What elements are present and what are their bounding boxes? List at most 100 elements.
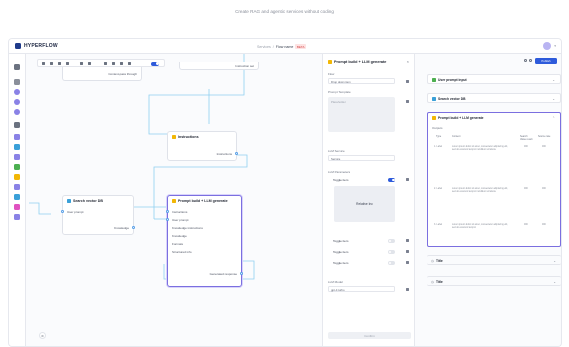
card-title: Search vector DB — [438, 97, 466, 101]
llm-parameters-label: LLM Parameters — [328, 170, 351, 174]
node-instructions[interactable]: Instructions Instructions — [167, 131, 238, 161]
node-fragment[interactable]: Instruction set — [179, 62, 259, 70]
settings-icon[interactable]: ⚙ — [39, 332, 46, 339]
llm-service-select[interactable]: Service — [328, 155, 395, 161]
toggle-label: Toggle item — [333, 250, 349, 254]
node-prompt-build[interactable]: Prompt build + LLM generate Instructions… — [166, 195, 243, 287]
input-port[interactable] — [166, 218, 169, 221]
card-title: Prompt build + LLM generate — [438, 116, 484, 120]
chevron-down-icon[interactable]: ⌄ — [553, 259, 556, 263]
prompt-template-input[interactable]: Placeholder — [328, 97, 395, 132]
table-cell: 000 — [524, 188, 528, 190]
fragment-label: Context-pass through — [108, 72, 137, 76]
expand-icon[interactable] — [406, 100, 409, 103]
node-type-icon — [172, 199, 176, 203]
relative-inc-box[interactable]: Relative Inc — [334, 186, 395, 222]
node-type-icon — [67, 199, 71, 203]
node-output: Knowledge — [114, 226, 129, 230]
column-header: Search Value result — [520, 135, 533, 141]
clock-icon: ◷ — [431, 259, 434, 263]
node-config-panel: Prompt build + LLM generate × Flow Drop … — [322, 54, 415, 346]
table-cell: 2. Label — [434, 188, 443, 190]
flow-edges — [29, 54, 255, 280]
toggle-label: Toggle item — [333, 178, 349, 182]
table-cell: 000 — [542, 224, 546, 226]
node-input: User prompt — [172, 218, 189, 222]
flow-label: Flow — [328, 72, 335, 76]
column-header: Source rate — [538, 135, 551, 138]
clock-icon: ◷ — [431, 280, 434, 284]
chevron-down-icon[interactable]: ▾ — [554, 44, 556, 48]
node-title: Instructions — [178, 135, 199, 139]
table-cell: 3. Label — [434, 224, 443, 226]
delete-icon[interactable] — [406, 80, 409, 83]
output-port[interactable] — [132, 226, 135, 229]
node-input: Structured info — [172, 250, 192, 254]
node-fragment[interactable]: Context-pass through — [62, 67, 142, 81]
output-panel: Publish User prompt input ⌄ Search vecto… — [415, 54, 561, 346]
prompt-template-label: Prompt Template — [328, 90, 351, 94]
avatar[interactable] — [543, 42, 551, 50]
settings-icon[interactable] — [406, 250, 409, 253]
toggle-label: Toggle item — [333, 239, 349, 243]
page-tagline: Create RAG and agentic services without … — [235, 9, 334, 14]
table-cell: 000 — [524, 146, 528, 148]
node-input: User prompt — [67, 210, 84, 214]
settings-icon[interactable] — [406, 261, 409, 264]
node-title: Prompt build + LLM generate — [178, 199, 228, 203]
param-toggle[interactable] — [388, 178, 395, 182]
edge — [29, 202, 51, 215]
output-port[interactable] — [235, 152, 238, 155]
column-header: Type — [436, 135, 442, 138]
input-port[interactable] — [166, 210, 169, 213]
node-type-icon — [432, 116, 436, 120]
table-cell: Lorem ipsum dolor sit amet, consectetur … — [452, 146, 508, 151]
node-output: Generated response — [209, 272, 237, 276]
card-title: User prompt input — [438, 78, 467, 82]
output-card[interactable]: ◷ Title ⌄ — [427, 276, 561, 286]
llm-model-select[interactable]: gpt-4 turbo — [328, 286, 395, 292]
table-cell: 1. Label — [434, 146, 443, 148]
node-type-icon — [172, 135, 176, 139]
chevron-down-icon[interactable]: ⌄ — [553, 280, 556, 284]
chevron-down-icon[interactable]: ⌄ — [552, 97, 555, 101]
llm-model-label: LLM Model — [328, 280, 343, 284]
fragment-label: Instruction set — [235, 64, 254, 68]
card-title: Title — [435, 259, 443, 263]
table-cell: 000 — [542, 146, 546, 148]
output-card-expanded[interactable]: Prompt build + LLM generate ⌃ Outputs Ty… — [427, 112, 561, 247]
node-type-icon — [432, 97, 436, 101]
settings-icon[interactable] — [406, 178, 409, 181]
param-toggle[interactable] — [388, 239, 395, 243]
chevron-down-icon[interactable]: ⌄ — [552, 78, 555, 82]
node-output: Instructions — [216, 152, 232, 156]
confirm-button[interactable]: Confirm — [328, 332, 411, 339]
chevron-up-icon[interactable]: ⌃ — [552, 116, 555, 120]
output-card[interactable]: User prompt input ⌄ — [427, 74, 561, 84]
output-card[interactable]: Search vector DB ⌄ — [427, 93, 561, 103]
publish-button[interactable]: Publish — [535, 58, 557, 64]
close-icon[interactable]: × — [407, 59, 409, 64]
flow-select[interactable]: Drop down item — [328, 78, 395, 84]
node-input: Knowledge — [172, 234, 187, 238]
table-cell: 000 — [524, 224, 528, 226]
node-input: Knowledge instructions — [172, 226, 203, 230]
outputs-label: Outputs — [432, 126, 443, 130]
node-title: Search vector DB — [73, 199, 103, 203]
settings-icon[interactable] — [529, 59, 532, 62]
node-search-vector-db[interactable]: Search vector DB User prompt Knowledge — [61, 195, 135, 235]
node-input: Instructions — [172, 210, 188, 214]
table-cell: Lorem ipsum dolor sit amet, consectetur … — [452, 224, 508, 229]
node-input: Formats — [172, 242, 184, 246]
delete-icon[interactable] — [406, 288, 409, 291]
settings-icon[interactable] — [406, 239, 409, 242]
output-port[interactable] — [240, 272, 243, 275]
search-icon[interactable] — [524, 59, 527, 62]
output-card[interactable]: ◷ Title ⌄ — [427, 255, 561, 265]
column-header: Content — [452, 135, 461, 138]
param-toggle[interactable] — [388, 250, 395, 254]
input-port[interactable] — [61, 210, 64, 213]
param-toggle[interactable] — [388, 261, 395, 265]
app-window: HYPERFLOW Services / Flow name BETA ▾ Co… — [8, 38, 562, 347]
table-cell: Lorem ipsum dolor sit amet, consectetur … — [452, 188, 508, 193]
